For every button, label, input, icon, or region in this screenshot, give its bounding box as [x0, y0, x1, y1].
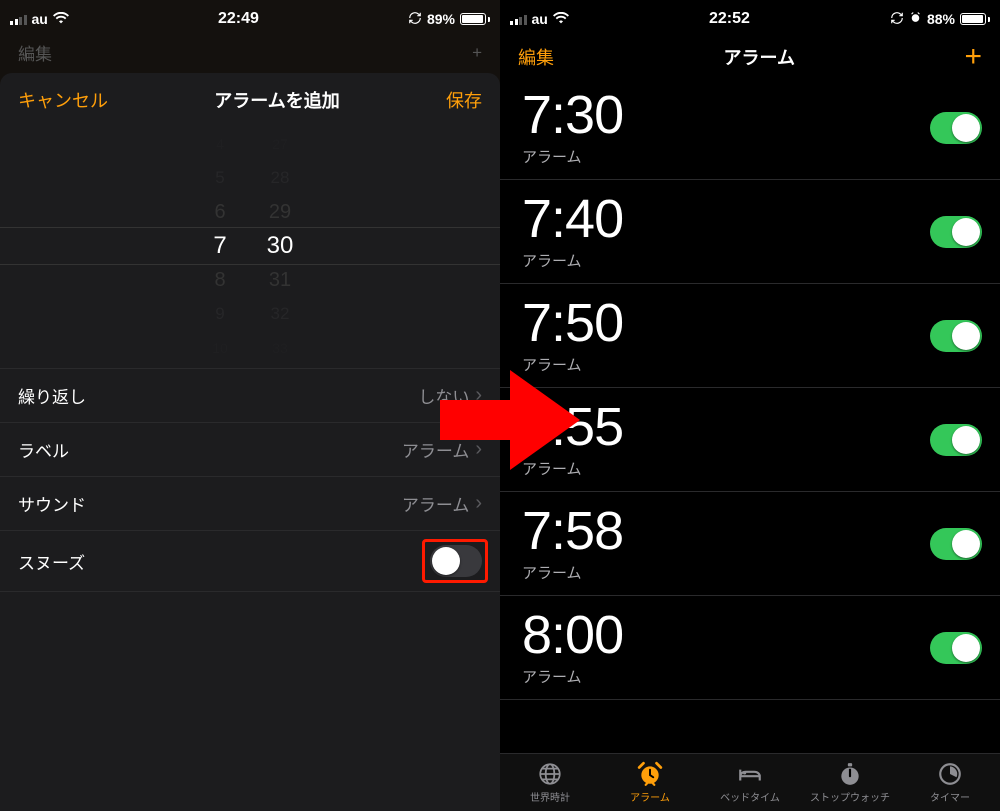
wifi-icon	[53, 11, 69, 27]
label-value: アラーム	[402, 437, 470, 462]
alarm-list: 7:30 アラーム 7:40 アラーム 7:50 アラーム 7:55 アラーム	[500, 76, 1000, 700]
signal-bars-icon	[510, 13, 527, 25]
tab-world-clock[interactable]: 世界時計	[500, 754, 600, 811]
alarm-toggle[interactable]	[930, 424, 982, 456]
alarm-row[interactable]: 7:55 アラーム	[500, 388, 1000, 492]
alarm-time: 8:00	[522, 608, 623, 662]
chevron-right-icon: ›	[475, 438, 482, 461]
bed-icon	[737, 761, 763, 787]
wifi-icon	[553, 11, 569, 27]
battery-pct: 89%	[427, 11, 455, 27]
underlying-edit: 編集	[18, 40, 52, 65]
status-time: 22:49	[69, 10, 408, 28]
carrier-label: au	[32, 11, 48, 27]
save-button[interactable]: 保存	[446, 87, 482, 113]
alarm-settings-list: 繰り返し しない› ラベル アラーム› サウンド アラーム› スヌーズ	[0, 368, 500, 592]
battery-icon	[460, 13, 490, 25]
alarm-toggle[interactable]	[930, 632, 982, 664]
status-bar: au 22:52 88%	[500, 0, 1000, 34]
alarm-indicator-icon	[909, 11, 922, 27]
tab-alarm[interactable]: アラーム	[600, 754, 700, 811]
repeat-row[interactable]: 繰り返し しない ›	[0, 369, 500, 423]
screen-alarm-list: au 22:52 88% 編集 アラーム +	[500, 0, 1000, 811]
alarm-time: 7:58	[522, 504, 623, 558]
status-time: 22:52	[569, 10, 890, 28]
sound-row[interactable]: サウンド アラーム›	[0, 477, 500, 531]
alarm-label: アラーム	[522, 250, 623, 271]
alarm-row[interactable]: 7:50 アラーム	[500, 284, 1000, 388]
add-alarm-button[interactable]: +	[964, 47, 982, 67]
alarm-toggle[interactable]	[930, 112, 982, 144]
label-row[interactable]: ラベル アラーム›	[0, 423, 500, 477]
chevron-right-icon: ›	[475, 492, 482, 515]
battery-icon	[960, 13, 990, 25]
sync-icon	[408, 11, 422, 28]
alarm-row[interactable]: 7:30 アラーム	[500, 76, 1000, 180]
battery-pct: 88%	[927, 11, 955, 27]
alarm-time: 7:40	[522, 192, 623, 246]
status-bar: au 22:49 89%	[0, 0, 500, 34]
snooze-row: スヌーズ	[0, 531, 500, 592]
modal-title: アラームを追加	[214, 87, 339, 113]
repeat-label: 繰り返し	[18, 383, 86, 408]
alarm-label: アラーム	[522, 458, 623, 479]
tab-stopwatch[interactable]: ストップウォッチ	[800, 754, 900, 811]
sync-icon	[890, 11, 904, 28]
tab-timer[interactable]: タイマー	[900, 754, 1000, 811]
chevron-right-icon: ›	[475, 384, 482, 407]
sound-label: サウンド	[18, 491, 86, 516]
page-title: アラーム	[724, 44, 795, 70]
alarm-time: 7:50	[522, 296, 623, 350]
alarm-time: 7:30	[522, 88, 623, 142]
signal-bars-icon	[10, 13, 27, 25]
tab-label: タイマー	[930, 789, 970, 804]
time-picker[interactable]: 4 5 6 7 8 9 10 27 28 29 30 31 32 33	[0, 123, 500, 368]
add-alarm-modal: キャンセル アラームを追加 保存 4 5 6 7 8 9 10 27 28 29…	[0, 73, 500, 811]
underlying-plus: +	[472, 43, 482, 63]
repeat-value: しない	[418, 383, 469, 408]
carrier-label: au	[532, 11, 548, 27]
alarm-label: アラーム	[522, 666, 623, 687]
tab-label: 世界時計	[530, 789, 570, 804]
snooze-label: スヌーズ	[18, 549, 85, 574]
alarm-toggle[interactable]	[930, 216, 982, 248]
alarm-toggle[interactable]	[930, 320, 982, 352]
tab-label: ベッドタイム	[720, 789, 780, 804]
alarm-label: アラーム	[522, 354, 623, 375]
snooze-toggle[interactable]	[430, 545, 482, 577]
modal-header: キャンセル アラームを追加 保存	[0, 73, 500, 123]
alarm-time: 7:55	[522, 400, 623, 454]
alarm-label: アラーム	[522, 146, 623, 167]
alarm-row[interactable]: 7:40 アラーム	[500, 180, 1000, 284]
edit-button[interactable]: 編集	[518, 44, 554, 70]
label-label: ラベル	[18, 437, 69, 462]
tab-bar: 世界時計 アラーム ベッドタイム ストップウォッチ タイマー	[500, 753, 1000, 811]
globe-icon	[537, 761, 563, 787]
alarm-label: アラーム	[522, 562, 623, 583]
tab-bedtime[interactable]: ベッドタイム	[700, 754, 800, 811]
timer-icon	[937, 761, 963, 787]
underlying-header: 編集 +	[0, 34, 500, 71]
screen-add-alarm: au 22:49 89% 編集 + キャンセル アラームを追加 保存	[0, 0, 500, 811]
tab-label: ストップウォッチ	[810, 789, 890, 804]
stopwatch-icon	[837, 761, 863, 787]
tab-label: アラーム	[630, 789, 670, 804]
cancel-button[interactable]: キャンセル	[18, 87, 108, 113]
alarm-row[interactable]: 7:58 アラーム	[500, 492, 1000, 596]
nav-header: 編集 アラーム +	[500, 34, 1000, 76]
alarm-clock-icon	[637, 761, 663, 787]
alarm-toggle[interactable]	[930, 528, 982, 560]
sound-value: アラーム	[402, 491, 470, 516]
alarm-row[interactable]: 8:00 アラーム	[500, 596, 1000, 700]
